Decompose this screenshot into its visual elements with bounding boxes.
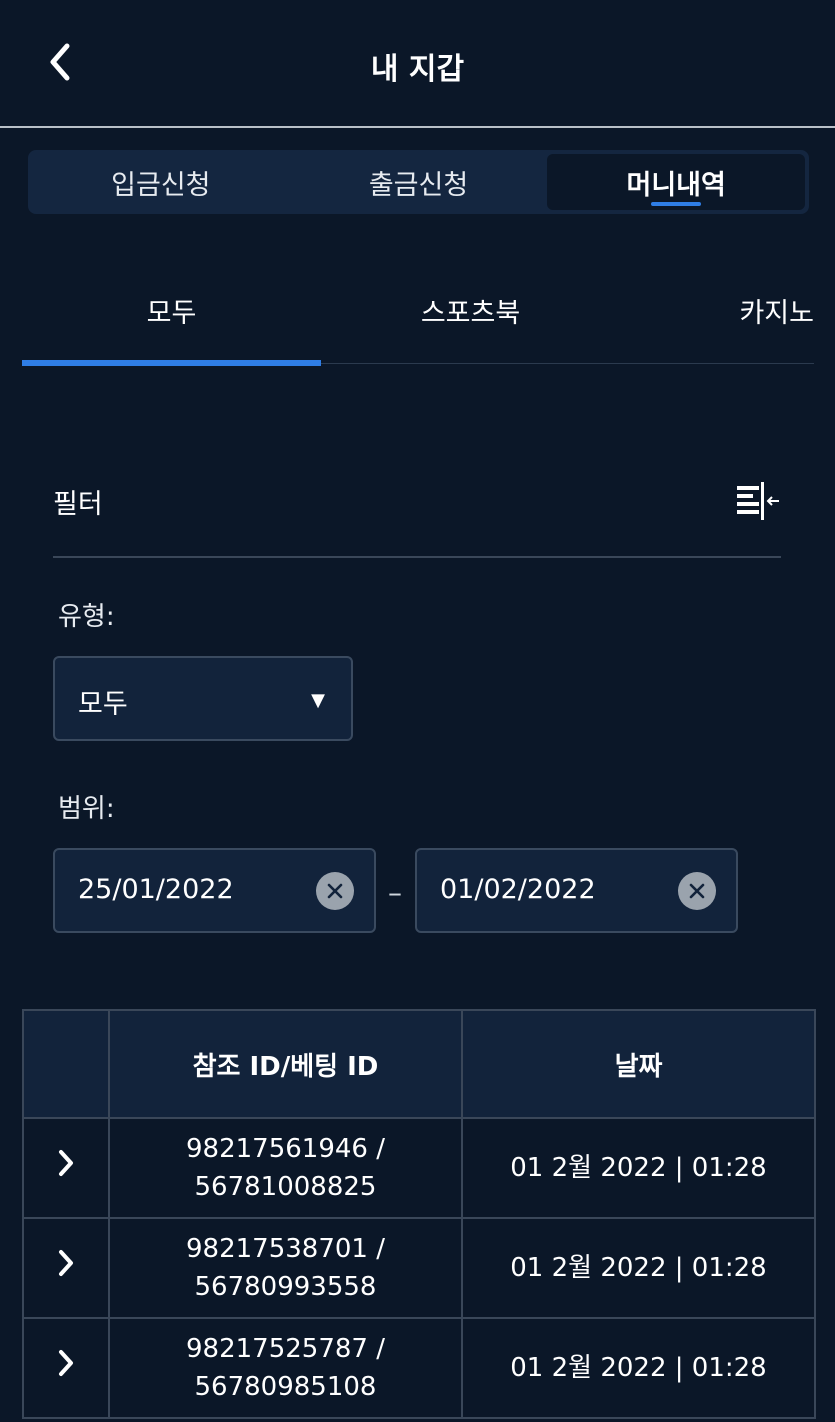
- clear-date-from-button[interactable]: [316, 872, 354, 910]
- date-from-value: 25/01/2022: [78, 874, 234, 905]
- table-row[interactable]: 98217561946 / 56781008825 01 2월 2022 | 0…: [22, 1117, 816, 1219]
- chevron-right-icon: [59, 1149, 73, 1176]
- date-to-value: 01/02/2022: [440, 874, 596, 905]
- ref-id-cell: 98217561946 / 56781008825: [108, 1117, 463, 1219]
- page-title: 내 지갑: [370, 52, 465, 87]
- range-separator: –: [388, 876, 402, 909]
- expand-row-button[interactable]: [22, 1217, 110, 1319]
- app-header: 내 지갑: [0, 0, 835, 128]
- segment-deposit-request[interactable]: 입금신청: [32, 154, 290, 210]
- ref-id: 98217538701 /: [186, 1234, 385, 1264]
- date-from-field[interactable]: 25/01/2022: [53, 848, 376, 933]
- range-label: 범위:: [58, 794, 115, 824]
- expand-row-button[interactable]: [22, 1117, 110, 1219]
- category-tabs: 모두 스포츠북 카지노: [22, 260, 814, 366]
- tab-all[interactable]: 모두: [22, 260, 321, 360]
- ref-id: 98217525787 /: [186, 1334, 385, 1364]
- caret-down-icon: ▼: [311, 690, 325, 711]
- type-select-value: 모두: [78, 689, 128, 720]
- type-select[interactable]: 모두 ▼: [53, 656, 353, 741]
- close-icon: [689, 883, 705, 899]
- tab-sportsbook[interactable]: 스포츠북: [321, 260, 620, 360]
- segment-money-history[interactable]: 머니내역: [547, 154, 806, 210]
- bet-id: 56781008825: [194, 1172, 377, 1202]
- chevron-right-icon: [59, 1249, 73, 1276]
- date-cell: 01 2월 2022 | 01:28: [461, 1317, 816, 1419]
- ref-id-cell: 98217525787 / 56780985108: [108, 1317, 463, 1419]
- active-tab-indicator: [22, 360, 321, 366]
- history-table: 참조 ID/베팅 ID 날짜 98217561946 / 56781008825…: [22, 1009, 816, 1419]
- filter-collapse-icon: [737, 482, 779, 520]
- header-date: 날짜: [461, 1009, 816, 1119]
- bet-id: 56780985108: [194, 1372, 377, 1402]
- header-ref-id: 참조 ID/베팅 ID: [108, 1009, 463, 1119]
- table-row[interactable]: 98217525787 / 56780985108 01 2월 2022 | 0…: [22, 1317, 816, 1419]
- filter-toggle-button[interactable]: [735, 482, 781, 526]
- clear-date-to-button[interactable]: [678, 872, 716, 910]
- bet-id: 56780993558: [194, 1272, 377, 1302]
- filter-header: 필터: [53, 470, 781, 558]
- close-icon: [327, 883, 343, 899]
- filter-label: 필터: [53, 489, 103, 520]
- segment-withdraw-request[interactable]: 출금신청: [290, 154, 548, 210]
- expand-row-button[interactable]: [22, 1317, 110, 1419]
- ref-id: 98217561946 /: [186, 1134, 385, 1164]
- chevron-right-icon: [59, 1349, 73, 1376]
- date-cell: 01 2월 2022 | 01:28: [461, 1117, 816, 1219]
- date-to-field[interactable]: 01/02/2022: [415, 848, 738, 933]
- table-row[interactable]: 98217538701 / 56780993558 01 2월 2022 | 0…: [22, 1217, 816, 1319]
- tab-casino[interactable]: 카지노: [620, 260, 814, 360]
- date-cell: 01 2월 2022 | 01:28: [461, 1217, 816, 1319]
- type-label: 유형:: [58, 602, 115, 632]
- wallet-segment-control: 입금신청 출금신청 머니내역: [28, 150, 809, 214]
- header-expand: [22, 1009, 110, 1119]
- table-header-row: 참조 ID/베팅 ID 날짜: [22, 1009, 816, 1119]
- ref-id-cell: 98217538701 / 56780993558: [108, 1217, 463, 1319]
